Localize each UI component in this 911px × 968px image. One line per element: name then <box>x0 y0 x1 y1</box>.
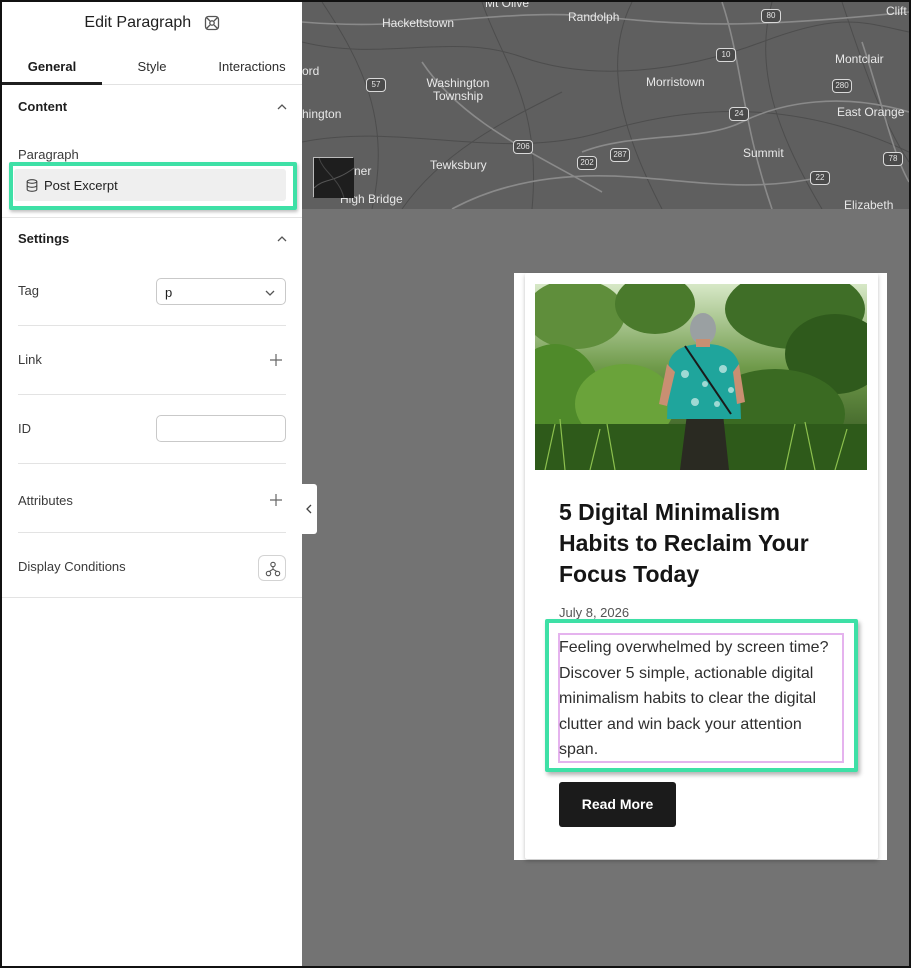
chevron-down-icon <box>265 290 275 296</box>
row-divider <box>18 325 286 326</box>
link-label: Link <box>18 352 42 367</box>
edit-panel: Edit Paragraph General Style Interaction… <box>2 2 302 966</box>
paragraph-dynamic-field[interactable]: Post Excerpt <box>14 169 286 201</box>
chevron-up-icon <box>277 104 287 110</box>
read-more-button[interactable]: Read More <box>559 782 676 827</box>
content-section-toggle[interactable]: Content <box>18 99 288 119</box>
panel-title: Edit Paragraph <box>2 14 302 32</box>
map-thumbnail[interactable] <box>313 157 355 199</box>
tab-general[interactable]: General <box>2 54 102 85</box>
panel-title-text: Edit Paragraph <box>84 14 192 31</box>
post-excerpt[interactable]: Feeling overwhelmed by screen time? Disc… <box>559 635 841 763</box>
map-place-label: Summit <box>743 146 784 160</box>
row-divider <box>18 532 286 533</box>
route-shield: 78 <box>883 152 903 166</box>
map-thumbnail-image <box>313 157 355 199</box>
panel-tabs: General Style Interactions <box>2 54 302 85</box>
route-shield: 287 <box>610 148 630 162</box>
post-image-illustration <box>535 284 867 470</box>
map-place-label: Morristown <box>646 75 705 89</box>
paragraph-field-value: Post Excerpt <box>44 178 118 193</box>
route-shield: 280 <box>832 79 852 93</box>
preview-canvas: Mt Olive Hackettstown Randolph Clift Mon… <box>302 2 909 966</box>
attributes-label: Attributes <box>18 493 73 508</box>
chevron-up-icon <box>277 236 287 242</box>
conditions-icon <box>265 561 281 577</box>
route-shield: 22 <box>810 171 830 185</box>
route-shield: 202 <box>577 156 597 170</box>
map-place-label: Tewksbury <box>430 158 487 172</box>
tab-interactions[interactable]: Interactions <box>202 54 302 85</box>
post-title[interactable]: 5 Digital Minimalism Habits to Reclaim Y… <box>559 497 849 590</box>
map-place-label: ord <box>302 64 320 78</box>
map-place-label: Mt Olive <box>485 2 530 10</box>
display-conditions-button[interactable] <box>258 555 286 581</box>
tag-label: Tag <box>18 283 39 298</box>
post-date: July 8, 2026 <box>559 605 630 620</box>
route-shield: 24 <box>729 107 749 121</box>
map-place-label: Washington Township <box>426 76 490 103</box>
map-background: Mt Olive Hackettstown Randolph Clift Mon… <box>302 2 909 209</box>
map-place-label: Montclair <box>835 52 884 66</box>
content-section-heading: Content <box>18 99 68 114</box>
settings-section-toggle[interactable]: Settings <box>18 231 288 251</box>
row-divider <box>18 463 286 464</box>
map-place-label: hington <box>302 107 342 121</box>
tab-style[interactable]: Style <box>102 54 202 85</box>
section-divider <box>2 217 302 218</box>
route-shield: 80 <box>761 9 781 23</box>
route-shield: 10 <box>716 48 736 62</box>
plus-icon[interactable] <box>269 493 283 507</box>
panel-collapse-toggle[interactable] <box>302 484 317 534</box>
paragraph-label: Paragraph <box>18 147 79 162</box>
id-input[interactable] <box>156 415 286 442</box>
map-place-label: Hackettstown <box>382 16 455 30</box>
row-divider <box>18 394 286 395</box>
map-place-label: Clift <box>886 4 907 18</box>
id-label: ID <box>18 421 31 436</box>
display-conditions-label: Display Conditions <box>18 559 126 574</box>
plus-icon[interactable] <box>269 353 283 367</box>
settings-section-heading: Settings <box>18 231 70 246</box>
panel-bottom-divider <box>2 597 302 598</box>
post-featured-image[interactable] <box>535 284 867 470</box>
database-icon <box>26 179 38 192</box>
map-place-label: Randolph <box>568 10 620 24</box>
route-shield: 57 <box>366 78 386 92</box>
element-icon[interactable] <box>204 15 220 31</box>
chevron-left-icon <box>306 504 312 514</box>
map-place-label: East Orange <box>837 105 905 119</box>
tag-select[interactable]: p <box>156 278 286 305</box>
map-place-label: Elizabeth <box>844 198 894 209</box>
map-place-label: ner <box>354 164 372 178</box>
route-shield: 206 <box>513 140 533 154</box>
tag-select-value: p <box>165 285 173 300</box>
